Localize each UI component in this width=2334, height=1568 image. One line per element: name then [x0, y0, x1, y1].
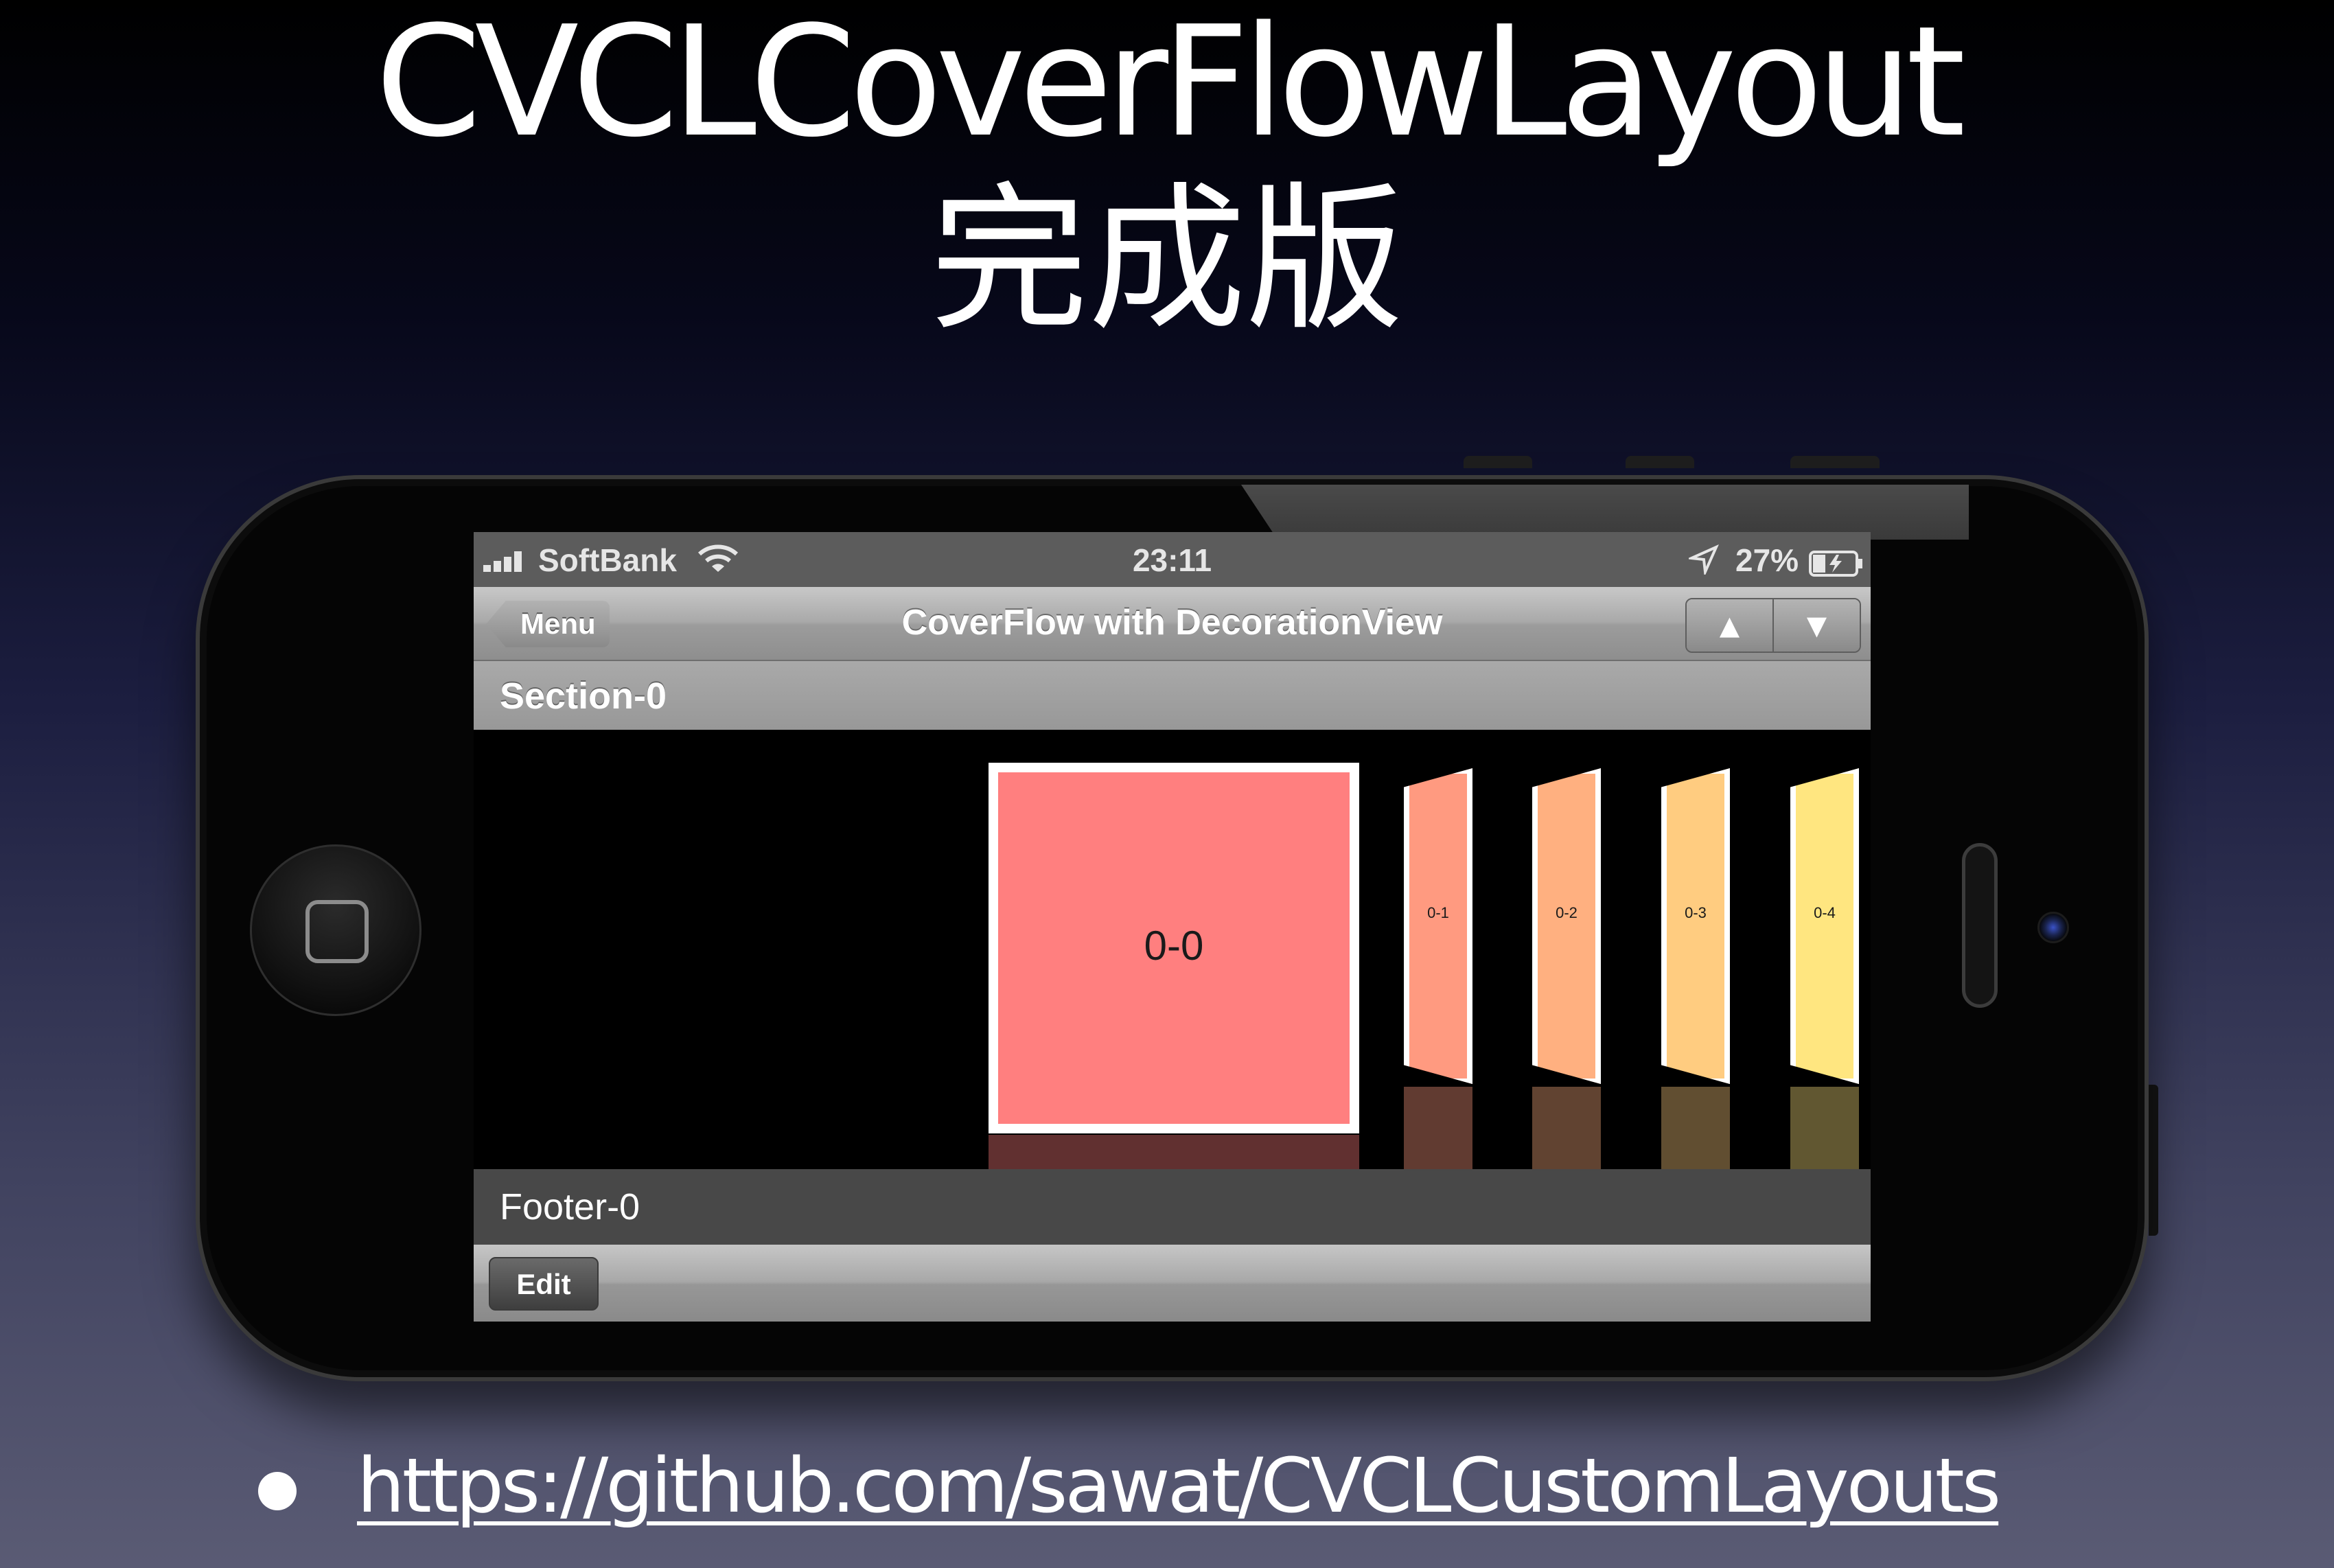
cover-reflection — [1404, 1087, 1472, 1169]
cover-item-label: 0-1 — [1427, 904, 1449, 921]
cover-item[interactable]: 0-0 — [989, 763, 1359, 1133]
cover-item[interactable]: 0-4 — [1790, 768, 1859, 1084]
github-repo-link[interactable]: https://github.com/sawat/CVCLCustomLayou… — [357, 1442, 2001, 1530]
sleep-button — [2149, 1085, 2158, 1236]
home-button[interactable] — [250, 844, 421, 1016]
section-footer: Footer-0 — [474, 1169, 1871, 1245]
home-square-icon — [305, 900, 369, 963]
cover-item-label: 0-2 — [1556, 904, 1578, 921]
battery-percent: 27% — [1735, 542, 1799, 578]
section-header-label: Section-0 — [500, 676, 667, 717]
mute-switch — [1790, 456, 1880, 468]
phone-screen: SoftBank 23:11 27% Menu CoverFlow with D… — [474, 532, 1871, 1322]
volume-down-button — [1626, 456, 1694, 468]
cover-item-label: 0-3 — [1685, 904, 1707, 921]
up-down-segmented-control[interactable]: ▲ ▼ — [1685, 598, 1861, 653]
section-footer-label: Footer-0 — [500, 1186, 640, 1227]
cover-item[interactable]: 0-3 — [1661, 768, 1730, 1084]
volume-up-button — [1464, 456, 1532, 468]
location-arrow-icon — [1686, 544, 1719, 582]
bottom-toolbar: Edit — [474, 1245, 1871, 1322]
cover-item[interactable]: 0-1 — [1404, 768, 1472, 1084]
status-time: 23:11 — [1132, 542, 1212, 578]
navigation-bar: Menu CoverFlow with DecorationView ▲ ▼ — [474, 587, 1871, 661]
bullet-point — [258, 1472, 297, 1510]
phone-glass-glare — [1241, 485, 1969, 540]
scroll-down-button[interactable]: ▼ — [1772, 599, 1860, 652]
status-bar: SoftBank 23:11 27% — [474, 532, 1871, 587]
scroll-up-button[interactable]: ▲ — [1687, 599, 1772, 652]
cover-item-label: 0-0 — [1144, 923, 1204, 969]
section-header: Section-0 — [474, 661, 1871, 730]
cover-flow-collection[interactable]: 0-0 0-1 0-2 0-3 0-4 — [474, 730, 1871, 1169]
battery-charging-icon — [1809, 547, 1864, 584]
cover-reflection — [1661, 1087, 1730, 1169]
cover-item[interactable]: 0-2 — [1532, 768, 1601, 1084]
cover-reflection — [1532, 1087, 1601, 1169]
front-camera — [2037, 912, 2069, 943]
cover-reflection — [1790, 1087, 1859, 1169]
cover-reflection — [989, 1135, 1359, 1169]
slide-title: CVCLCoverFlowLayout — [375, 0, 1965, 171]
edit-button-label: Edit — [516, 1268, 571, 1300]
slide-subtitle: 完成版 — [929, 169, 1404, 352]
earpiece-speaker — [1962, 843, 1998, 1008]
edit-button[interactable]: Edit — [489, 1257, 599, 1311]
nav-title: CoverFlow with DecorationView — [901, 603, 1443, 643]
cover-item-label: 0-4 — [1814, 904, 1836, 921]
